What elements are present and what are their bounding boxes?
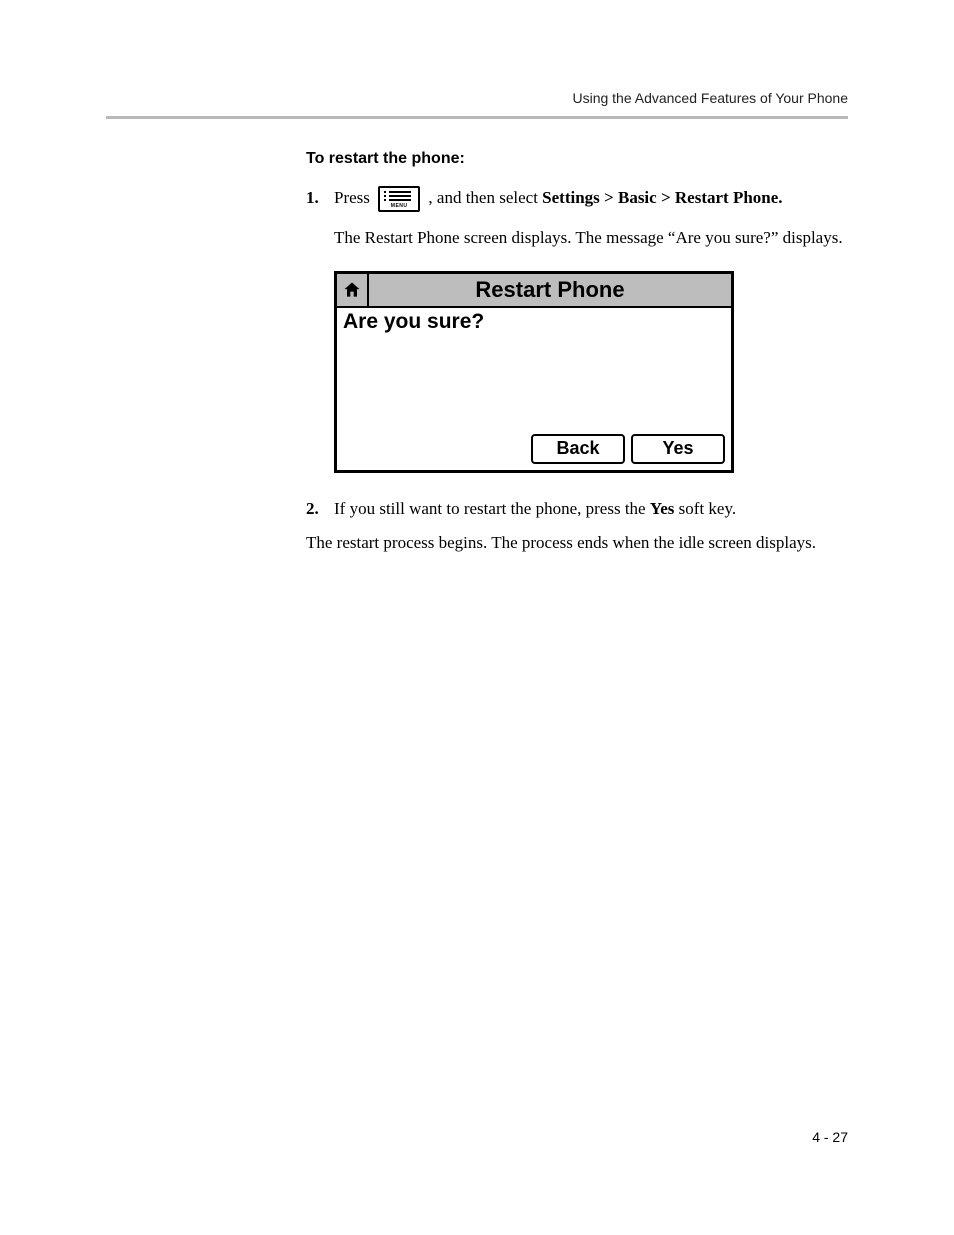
back-softkey[interactable]: Back	[531, 434, 625, 464]
phone-screen-figure: Restart Phone Are you sure? Back Yes	[334, 271, 734, 473]
confirmation-question: Are you sure?	[343, 310, 725, 334]
step-1-result: The Restart Phone screen displays. The m…	[334, 226, 848, 251]
step-2-text-pre: If you still want to restart the phone, …	[334, 499, 650, 518]
closing-paragraph: The restart process begins. The process …	[306, 531, 848, 556]
home-icon	[337, 274, 369, 306]
phone-screen-titlebar: Restart Phone	[337, 274, 731, 308]
step-1-number: 1.	[306, 186, 334, 211]
step-2-yes-label: Yes	[650, 499, 675, 518]
step-1-body: Press MENU , and then select Settings > …	[334, 186, 848, 212]
menu-key-label: MENU	[380, 203, 418, 210]
page-number: 4 - 27	[812, 1129, 848, 1145]
phone-screen-body: Are you sure?	[337, 308, 731, 434]
step-2-text-post: soft key.	[679, 499, 736, 518]
yes-softkey[interactable]: Yes	[631, 434, 725, 464]
content-area: To restart the phone: 1. Press MENU , an…	[306, 150, 848, 556]
step-1-text-mid: , and then select	[428, 188, 542, 207]
step-2-body: If you still want to restart the phone, …	[334, 497, 848, 522]
phone-screen-title: Restart Phone	[369, 277, 731, 303]
section-heading: To restart the phone:	[306, 150, 848, 168]
softkey-row: Back Yes	[337, 434, 731, 470]
step-1-text-pre: Press	[334, 188, 374, 207]
document-page: Using the Advanced Features of Your Phon…	[0, 0, 954, 1235]
menu-key-icon: MENU	[378, 186, 420, 212]
running-head: Using the Advanced Features of Your Phon…	[572, 90, 848, 106]
step-1: 1. Press MENU , and then select Settings…	[306, 186, 848, 212]
step-2-number: 2.	[306, 497, 334, 522]
step-2: 2. If you still want to restart the phon…	[306, 497, 848, 522]
menu-key-lines-icon	[389, 191, 411, 202]
header-rule	[106, 116, 848, 119]
step-1-menu-path: Settings > Basic > Restart Phone.	[542, 188, 782, 207]
